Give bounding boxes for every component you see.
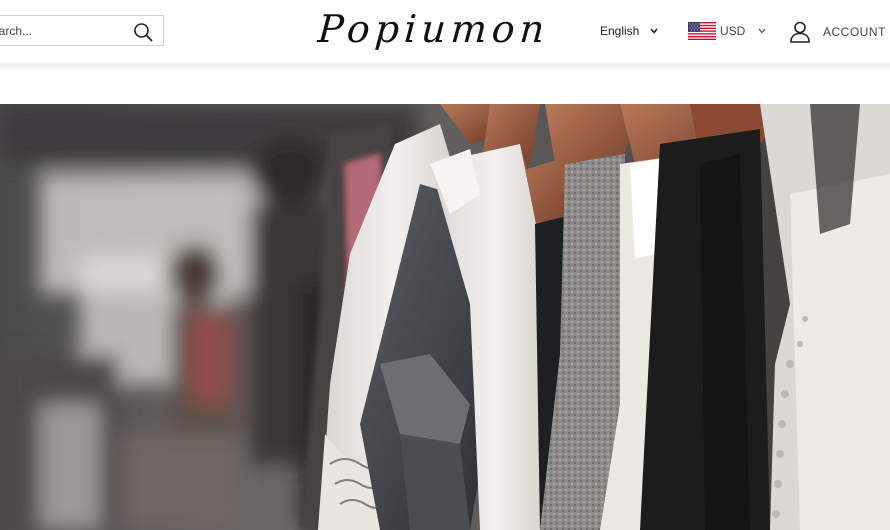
user-icon bbox=[790, 21, 810, 43]
search-box bbox=[0, 15, 164, 46]
brand-logo[interactable]: Popiumon bbox=[316, 4, 550, 54]
header-divider bbox=[0, 63, 890, 71]
hero-banner[interactable] bbox=[0, 104, 890, 530]
search-input[interactable] bbox=[0, 16, 123, 45]
currency-selector[interactable]: USD bbox=[688, 22, 767, 40]
clothing-rack-photo bbox=[0, 104, 890, 530]
search-icon[interactable] bbox=[133, 22, 153, 42]
currency-label: USD bbox=[720, 24, 746, 38]
language-label: English bbox=[600, 24, 640, 38]
account-link[interactable]: ACCOUNT bbox=[788, 20, 886, 44]
us-flag-icon bbox=[688, 22, 716, 40]
chevron-down-icon bbox=[758, 28, 766, 34]
site-header: Popiumon English USD bbox=[0, 0, 890, 64]
chevron-down-icon bbox=[650, 28, 658, 34]
language-selector[interactable]: English bbox=[600, 24, 659, 38]
account-label: ACCOUNT bbox=[823, 25, 886, 39]
